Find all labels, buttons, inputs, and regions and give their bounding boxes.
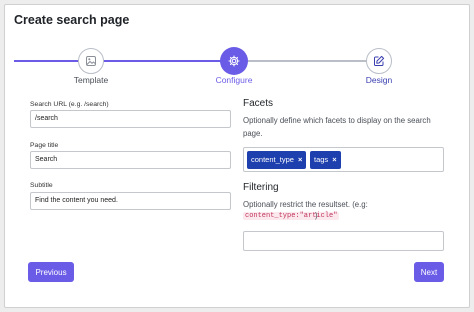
- page-title: Create search page: [14, 13, 130, 27]
- subtitle-label: Subtitle: [30, 182, 53, 189]
- search-url-field[interactable]: /search: [30, 110, 231, 128]
- stepper-progress-remaining: [236, 60, 380, 62]
- page-title-field[interactable]: Search: [30, 151, 231, 169]
- step-configure[interactable]: [220, 47, 248, 75]
- step-label-design: Design: [365, 75, 393, 85]
- filtering-description: Optionally restrict the resultset. (e.g:: [243, 200, 368, 209]
- facets-input[interactable]: content_type × tags ×: [243, 147, 444, 172]
- facet-tag: content_type ×: [247, 151, 307, 169]
- facets-description: Optionally define which facets to displa…: [243, 116, 431, 138]
- next-button[interactable]: Next: [414, 262, 444, 282]
- filtering-description-close: ): [315, 211, 318, 220]
- step-label-template: Template: [73, 75, 109, 85]
- previous-button[interactable]: Previous: [28, 262, 74, 282]
- step-design[interactable]: [366, 48, 392, 74]
- stepper-progress-completed: [14, 60, 236, 62]
- step-label-configure: Configure: [215, 75, 253, 85]
- search-url-label: Search URL (e.g. /search): [30, 101, 109, 108]
- gear-icon: [228, 55, 240, 67]
- step-template[interactable]: [78, 48, 104, 74]
- filtering-field[interactable]: [243, 231, 444, 251]
- facet-tag-label: content_type: [251, 155, 294, 164]
- remove-tag-icon[interactable]: ×: [298, 155, 302, 164]
- remove-tag-icon[interactable]: ×: [332, 155, 336, 164]
- edit-icon: [374, 55, 385, 66]
- filtering-heading: Filtering: [243, 182, 279, 193]
- facet-tag-label: tags: [314, 155, 329, 164]
- facets-heading: Facets: [243, 98, 274, 109]
- subtitle-field[interactable]: Find the content you need.: [30, 192, 231, 210]
- image-icon: [86, 56, 96, 66]
- filtering-example-code: content_type:"article": [243, 212, 340, 220]
- page-title-label: Page title: [30, 142, 59, 149]
- facet-tag: tags ×: [310, 151, 341, 169]
